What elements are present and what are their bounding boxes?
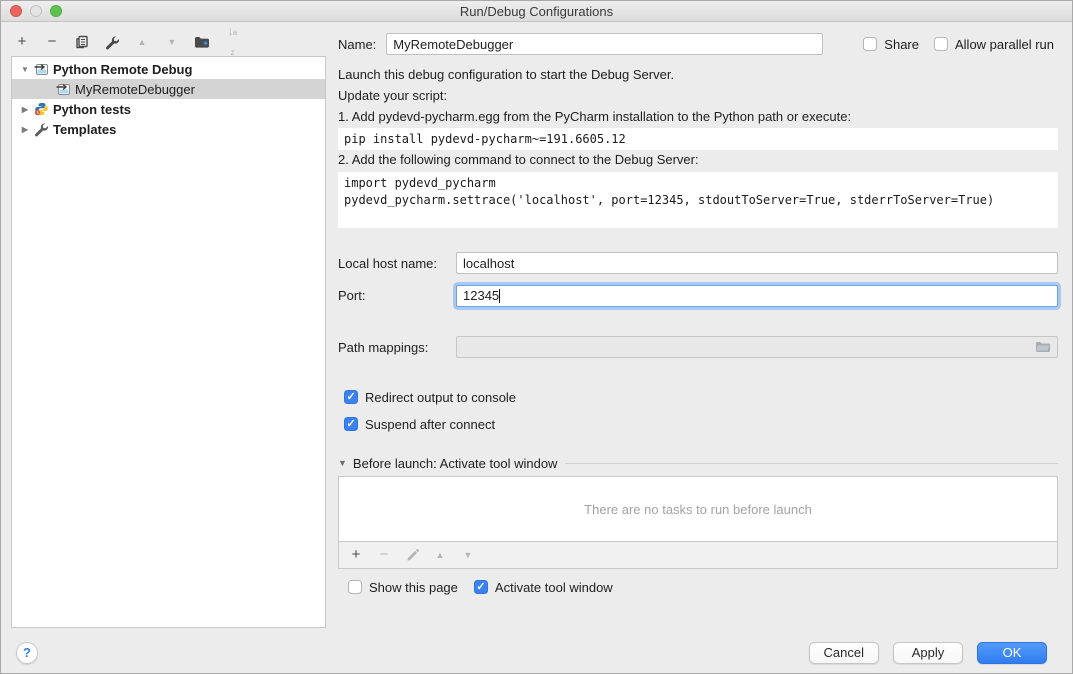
run-config-icon bbox=[34, 62, 49, 76]
configuration-form: Name: Share Allow parallel run Launch th… bbox=[338, 22, 1073, 632]
show-this-page-checkbox-box[interactable] bbox=[348, 580, 362, 594]
tree-item-label: MyRemoteDebugger bbox=[75, 82, 195, 97]
empty-tasks-text: There are no tasks to run before launch bbox=[584, 502, 812, 517]
configurations-sidebar: + − ▲ ▼ ↓az ▼ Python Remote Debug bbox=[1, 22, 338, 632]
before-launch-section-header[interactable]: ▼ Before launch: Activate tool window bbox=[338, 454, 1058, 472]
run-config-icon bbox=[56, 82, 71, 96]
redirect-output-checkbox-box[interactable] bbox=[344, 390, 358, 404]
activate-tool-window-checkbox-box[interactable] bbox=[474, 580, 488, 594]
port-row: Port: 12345 bbox=[338, 284, 1058, 307]
add-task-icon[interactable]: + bbox=[349, 546, 363, 564]
tree-item-label: Python tests bbox=[53, 102, 131, 117]
name-row: Name: Share Allow parallel run bbox=[338, 33, 1058, 55]
cancel-button[interactable]: Cancel bbox=[809, 642, 879, 664]
move-task-down-icon: ▼ bbox=[461, 546, 475, 564]
allow-parallel-run-checkbox[interactable]: Allow parallel run bbox=[934, 37, 1054, 52]
tree-item-label: Templates bbox=[53, 122, 116, 137]
share-checkbox-box[interactable] bbox=[863, 37, 877, 51]
share-label: Share bbox=[884, 37, 919, 52]
help-question-icon: ? bbox=[23, 645, 31, 660]
footer-options-row: Show this page Activate tool window bbox=[338, 579, 1058, 595]
local-host-label: Local host name: bbox=[338, 256, 456, 271]
configurations-tree: ▼ Python Remote Debug MyRemoteDebugger ▶… bbox=[11, 56, 326, 628]
text-caret bbox=[499, 289, 500, 303]
remove-configuration-icon[interactable]: − bbox=[43, 33, 61, 51]
run-debug-configurations-dialog: Run/Debug Configurations + − ▲ ▼ ↓az ▼ bbox=[0, 0, 1073, 674]
section-collapse-icon[interactable]: ▼ bbox=[338, 458, 347, 468]
redirect-output-label: Redirect output to console bbox=[365, 390, 516, 405]
name-input[interactable] bbox=[386, 33, 823, 55]
window-title: Run/Debug Configurations bbox=[1, 4, 1072, 19]
settrace-code-block: import pydevd_pycharm pydevd_pycharm.sett… bbox=[338, 172, 1058, 228]
code-line-1: import pydevd_pycharm bbox=[344, 176, 496, 190]
add-configuration-icon[interactable]: + bbox=[13, 33, 31, 51]
suspend-after-connect-checkbox-box[interactable] bbox=[344, 417, 358, 431]
section-divider bbox=[565, 463, 1058, 464]
move-task-up-icon: ▲ bbox=[433, 546, 447, 564]
port-value: 12345 bbox=[463, 288, 499, 303]
pip-install-code: pip install pydevd-pycharm~=191.6605.12 bbox=[338, 128, 1058, 150]
chevron-right-icon[interactable]: ▶ bbox=[18, 105, 32, 114]
chevron-down-icon[interactable]: ▼ bbox=[18, 65, 32, 74]
redirect-output-checkbox[interactable]: Redirect output to console bbox=[338, 389, 1058, 405]
path-mappings-input[interactable] bbox=[456, 336, 1058, 358]
tree-item-python-remote-debug[interactable]: ▼ Python Remote Debug bbox=[12, 59, 325, 79]
port-label: Port: bbox=[338, 288, 456, 303]
tree-item-templates[interactable]: ▶ Templates bbox=[12, 119, 325, 139]
chevron-right-icon[interactable]: ▶ bbox=[18, 125, 32, 134]
apply-button[interactable]: Apply bbox=[893, 642, 963, 664]
suspend-after-connect-label: Suspend after connect bbox=[365, 417, 495, 432]
before-launch-title: Before launch: Activate tool window bbox=[353, 456, 558, 471]
titlebar: Run/Debug Configurations bbox=[1, 1, 1072, 22]
port-input[interactable]: 12345 bbox=[456, 285, 1058, 307]
tree-toolbar: + − ▲ ▼ ↓az bbox=[13, 31, 241, 53]
show-this-page-label: Show this page bbox=[369, 580, 458, 595]
code-line-2: pydevd_pycharm.settrace('localhost', por… bbox=[344, 193, 994, 207]
show-this-page-checkbox[interactable]: Show this page bbox=[348, 580, 458, 595]
path-mappings-label: Path mappings: bbox=[338, 340, 456, 355]
tree-item-label: Python Remote Debug bbox=[53, 62, 192, 77]
step-1-text: 1. Add pydevd-pycharm.egg from the PyCha… bbox=[338, 109, 1058, 125]
dialog-button-bar: ? Cancel Apply OK bbox=[1, 632, 1072, 673]
remove-task-icon: − bbox=[377, 546, 391, 564]
path-mappings-row: Path mappings: bbox=[338, 336, 1058, 358]
before-launch-task-list: There are no tasks to run before launch bbox=[338, 476, 1058, 542]
share-checkbox[interactable]: Share bbox=[863, 37, 919, 52]
edit-templates-wrench-icon[interactable] bbox=[103, 33, 121, 51]
allow-parallel-run-label: Allow parallel run bbox=[955, 37, 1054, 52]
step-2-text: 2. Add the following command to connect … bbox=[338, 152, 1058, 168]
activate-tool-window-label: Activate tool window bbox=[495, 580, 613, 595]
activate-tool-window-checkbox[interactable]: Activate tool window bbox=[474, 580, 613, 595]
task-list-toolbar: + − ▲ ▼ bbox=[338, 542, 1058, 569]
templates-wrench-icon bbox=[34, 122, 49, 136]
tree-item-myremotedebugger[interactable]: MyRemoteDebugger bbox=[12, 79, 325, 99]
help-button[interactable]: ? bbox=[16, 642, 38, 664]
local-host-input[interactable] bbox=[456, 252, 1058, 274]
local-host-row: Local host name: bbox=[338, 252, 1058, 274]
new-folder-icon[interactable] bbox=[193, 33, 211, 51]
move-up-icon: ▲ bbox=[133, 33, 151, 51]
python-tests-icon bbox=[34, 102, 49, 116]
allow-parallel-run-checkbox-box[interactable] bbox=[934, 37, 948, 51]
name-label: Name: bbox=[338, 37, 376, 52]
move-down-icon: ▼ bbox=[163, 33, 181, 51]
edit-task-pencil-icon bbox=[405, 546, 419, 564]
ok-button[interactable]: OK bbox=[977, 642, 1047, 664]
description-line-2: Update your script: bbox=[338, 88, 1058, 104]
description-line-1: Launch this debug configuration to start… bbox=[338, 67, 1058, 83]
tree-item-python-tests[interactable]: ▶ Python tests bbox=[12, 99, 325, 119]
copy-configuration-icon[interactable] bbox=[73, 33, 91, 51]
browse-folder-icon[interactable] bbox=[1035, 340, 1051, 354]
suspend-after-connect-checkbox[interactable]: Suspend after connect bbox=[338, 416, 1058, 432]
